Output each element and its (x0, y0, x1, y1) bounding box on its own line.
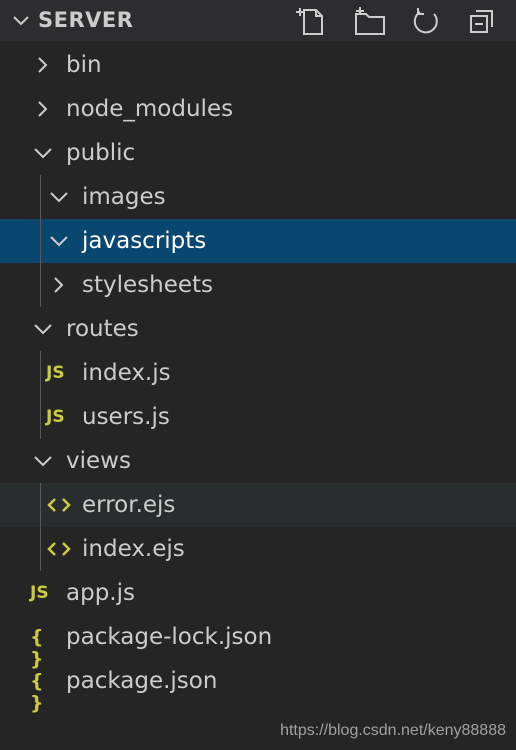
file-item-app-js[interactable]: JS app.js (0, 571, 516, 615)
tree-item-label: bin (66, 52, 102, 78)
tree-item-label: package.json (66, 668, 218, 694)
tree-item-label: error.ejs (82, 492, 176, 518)
refresh-icon[interactable] (408, 4, 444, 38)
chevron-right-icon[interactable] (32, 98, 54, 120)
json-file-icon: { } (30, 626, 44, 670)
chevron-down-icon[interactable] (48, 230, 70, 252)
folder-item-bin[interactable]: bin (0, 43, 516, 87)
explorer-title: SERVER (38, 8, 134, 32)
file-item-index-ejs[interactable]: index.ejs (0, 527, 516, 571)
folder-item-node-modules[interactable]: node_modules (0, 87, 516, 131)
folder-item-public[interactable]: public (0, 131, 516, 175)
folder-item-views[interactable]: views (0, 439, 516, 483)
file-item-index-js[interactable]: JS index.js (0, 351, 516, 395)
chevron-right-icon[interactable] (32, 54, 54, 76)
js-file-icon: JS (30, 583, 49, 603)
tree-item-label: package-lock.json (66, 624, 273, 650)
folder-item-stylesheets[interactable]: stylesheets (0, 263, 516, 307)
file-tree: bin node_modulespublic images javascripts st… (0, 43, 516, 714)
chevron-down-icon[interactable] (48, 186, 70, 208)
indent-guide (40, 483, 41, 571)
watermark: https://blog.csdn.net/keny88888 (280, 722, 506, 739)
file-item-package-json[interactable]: { } package.json (0, 659, 516, 714)
chevron-down-icon[interactable] (32, 450, 54, 472)
tree-item-label: app.js (66, 580, 135, 606)
explorer-header[interactable]: SERVER (0, 0, 516, 41)
file-item-package-lock-json[interactable]: { } package-lock.json (0, 615, 516, 670)
tree-item-label: routes (66, 316, 139, 342)
chevron-right-icon[interactable] (48, 274, 70, 296)
file-item-error-ejs[interactable]: error.ejs (0, 483, 516, 527)
json-file-icon: { } (30, 670, 44, 714)
indent-guide (40, 351, 41, 439)
js-file-icon: JS (46, 363, 65, 383)
folder-item-images[interactable]: images (0, 175, 516, 219)
chevron-down-icon[interactable] (10, 10, 32, 32)
ejs-file-icon (46, 538, 72, 560)
file-explorer: SERVER bin node_modules public images ja… (0, 0, 516, 750)
folder-item-javascripts[interactable]: javascripts (0, 219, 516, 263)
header-actions (296, 4, 500, 38)
collapse-all-icon[interactable] (464, 4, 500, 38)
tree-item-label: index.js (82, 360, 171, 386)
indent-guide (40, 175, 41, 307)
file-item-users-js[interactable]: JS users.js (0, 395, 516, 439)
tree-item-label: stylesheets (82, 272, 214, 298)
new-file-icon[interactable] (296, 4, 332, 38)
chevron-down-icon[interactable] (32, 318, 54, 340)
tree-item-label: views (66, 448, 131, 474)
folder-item-routes[interactable]: routes (0, 307, 516, 351)
tree-item-label: node_modules (66, 96, 234, 122)
tree-item-label: javascripts (82, 228, 207, 254)
ejs-file-icon (46, 494, 72, 516)
tree-item-label: users.js (82, 404, 170, 430)
js-file-icon: JS (46, 407, 65, 427)
tree-item-label: public (66, 140, 136, 166)
tree-item-label: index.ejs (82, 536, 185, 562)
new-folder-icon[interactable] (352, 4, 388, 38)
tree-item-label: images (82, 184, 166, 210)
chevron-down-icon[interactable] (32, 142, 54, 164)
